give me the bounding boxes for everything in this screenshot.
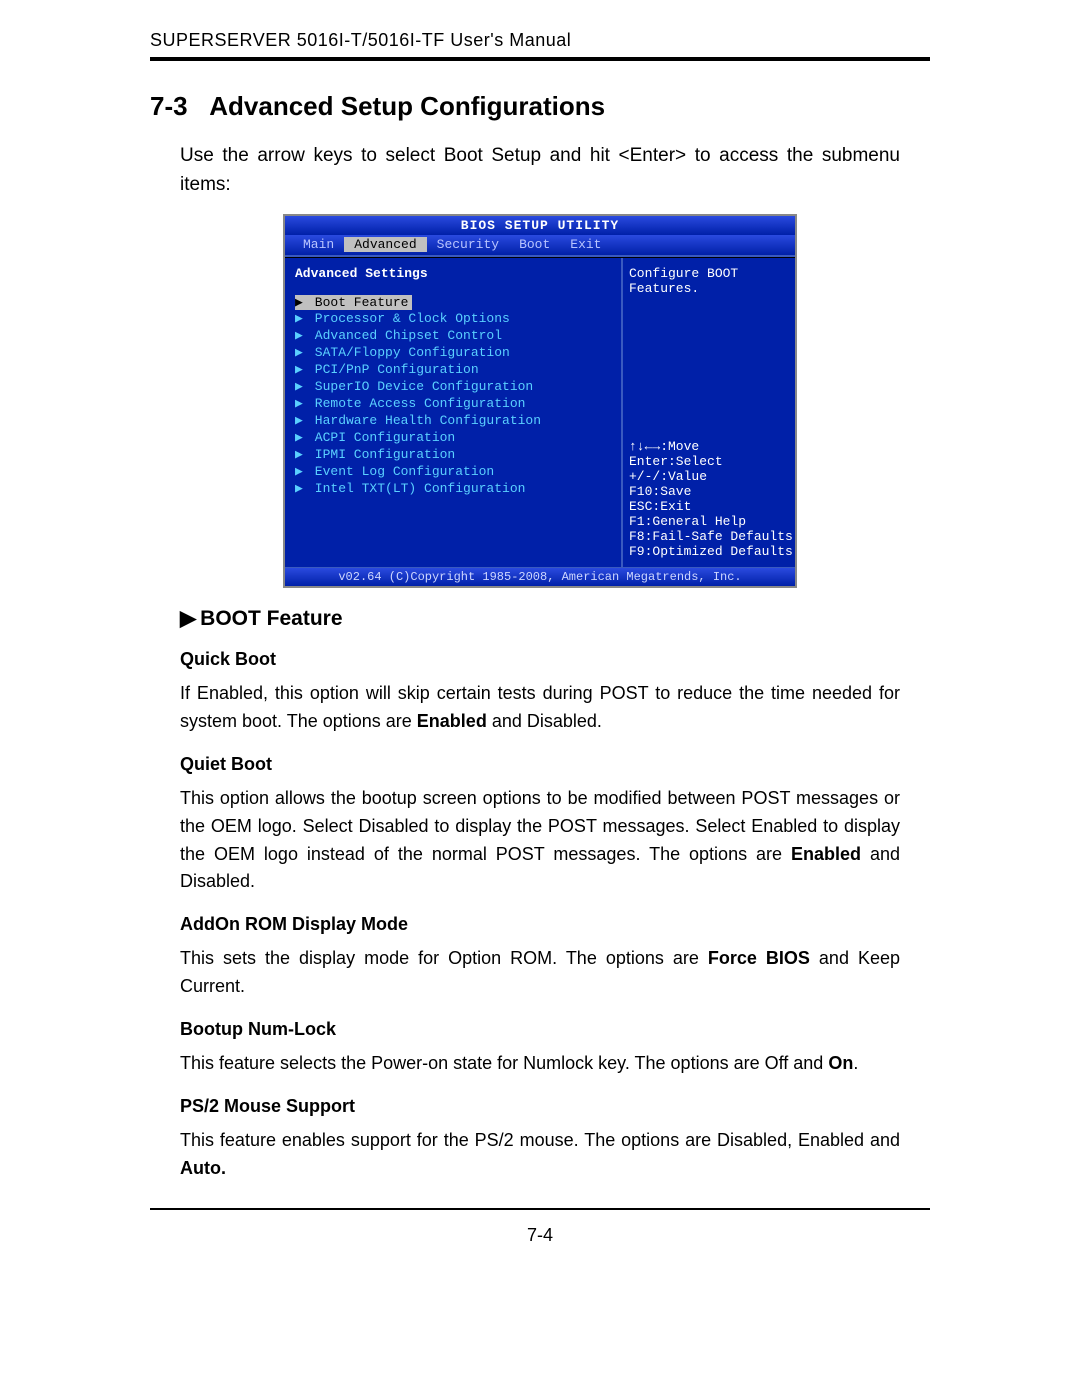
- bios-menu-label: Intel TXT(LT) Configuration: [307, 481, 525, 496]
- triangle-icon: ▶: [295, 447, 307, 462]
- bold-option: Force BIOS: [708, 948, 810, 968]
- bios-key-hint: ↑↓←→:Move: [629, 439, 789, 454]
- bios-menu-label: SATA/Floppy Configuration: [307, 345, 510, 360]
- bios-menu-label: Event Log Configuration: [307, 464, 494, 479]
- bios-footer: v02.64 (C)Copyright 1985-2008, American …: [285, 567, 795, 586]
- bios-right-panel: Configure BOOT Features. ↑↓←→:MoveEnter:…: [623, 258, 795, 567]
- triangle-icon: ▶: [295, 396, 307, 411]
- triangle-icon: ▶: [295, 464, 307, 479]
- bios-menu-item: ▶ Intel TXT(LT) Configuration: [295, 480, 611, 497]
- subsection-name: BOOT Feature: [200, 607, 342, 630]
- bios-left-heading: Advanced Settings: [295, 266, 611, 281]
- bios-key-hint: F8:Fail-Safe Defaults: [629, 529, 789, 544]
- bios-key-hint: F9:Optimized Defaults: [629, 544, 789, 559]
- header-rule: [150, 57, 930, 61]
- page-header: SUPERSERVER 5016I-T/5016I-TF User's Manu…: [150, 30, 930, 51]
- section-number: 7-3: [150, 91, 188, 121]
- bios-menu-item: ▶ Hardware Health Configuration: [295, 412, 611, 429]
- bios-left-panel: Advanced Settings ▶ Boot Feature▶ Proces…: [285, 258, 623, 567]
- bold-option: Enabled: [417, 711, 487, 731]
- page-number: 7-4: [150, 1225, 930, 1246]
- bios-tab-boot: Boot: [509, 237, 560, 252]
- triangle-icon: ▶: [295, 328, 307, 343]
- bios-menu-label: Processor & Clock Options: [307, 311, 510, 326]
- bios-menu-item: ▶ Boot Feature: [295, 295, 412, 310]
- feature-heading: Quiet Boot: [180, 754, 900, 775]
- triangle-icon: ▶: [295, 430, 307, 445]
- triangle-icon: ▶: [295, 413, 307, 428]
- bios-menu-item: ▶ IPMI Configuration: [295, 446, 611, 463]
- bios-screenshot: BIOS SETUP UTILITY MainAdvancedSecurityB…: [283, 214, 797, 588]
- triangle-icon: ▶: [295, 379, 307, 394]
- feature-description: If Enabled, this option will skip certai…: [180, 680, 900, 736]
- bold-option: Enabled: [791, 844, 861, 864]
- triangle-icon: ▶: [295, 362, 307, 377]
- bios-menu-item: ▶ SATA/Floppy Configuration: [295, 344, 611, 361]
- triangle-icon: ▶: [295, 481, 307, 496]
- bios-tab-security: Security: [427, 237, 509, 252]
- feature-description: This option allows the bootup screen opt…: [180, 785, 900, 897]
- bios-key-hint: F1:General Help: [629, 514, 789, 529]
- bold-option: Auto.: [180, 1158, 226, 1178]
- bios-menu-item: ▶ Processor & Clock Options: [295, 310, 611, 327]
- bios-key-hint: F10:Save: [629, 484, 789, 499]
- intro-text: Use the arrow keys to select Boot Setup …: [180, 142, 900, 199]
- bold-option: On: [828, 1053, 853, 1073]
- bios-tab-advanced: Advanced: [344, 237, 426, 252]
- bios-key-hint: Enter:Select: [629, 454, 789, 469]
- feature-description: This feature selects the Power-on state …: [180, 1050, 900, 1078]
- subsection-heading: ▶BOOT Feature: [180, 606, 900, 631]
- feature-heading: PS/2 Mouse Support: [180, 1096, 900, 1117]
- triangle-icon: ▶: [295, 311, 307, 326]
- bios-menu-item: ▶ Remote Access Configuration: [295, 395, 611, 412]
- bios-menu-label: Advanced Chipset Control: [307, 328, 502, 343]
- bios-menu-item: ▶ Advanced Chipset Control: [295, 327, 611, 344]
- bios-help-text: Configure BOOT Features.: [629, 266, 789, 296]
- bios-key-legend: ↑↓←→:MoveEnter:Select+/-/:ValueF10:SaveE…: [629, 439, 789, 559]
- feature-heading: Quick Boot: [180, 649, 900, 670]
- bios-menu-label: PCI/PnP Configuration: [307, 362, 479, 377]
- bios-menu-label: IPMI Configuration: [307, 447, 455, 462]
- bios-tab-main: Main: [293, 237, 344, 252]
- section-name: Advanced Setup Configurations: [209, 91, 605, 121]
- bios-menu-label: Boot Feature: [307, 295, 408, 310]
- bios-menu-label: ACPI Configuration: [307, 430, 455, 445]
- section-title: 7-3 Advanced Setup Configurations: [150, 91, 930, 122]
- feature-description: This sets the display mode for Option RO…: [180, 945, 900, 1001]
- triangle-icon: ▶: [180, 606, 196, 631]
- bios-menu-item: ▶ SuperIO Device Configuration: [295, 378, 611, 395]
- bios-title: BIOS SETUP UTILITY: [285, 216, 795, 235]
- feature-heading: AddOn ROM Display Mode: [180, 914, 900, 935]
- feature-description: This feature enables support for the PS/…: [180, 1127, 900, 1183]
- footer-rule: [150, 1208, 930, 1210]
- feature-heading: Bootup Num-Lock: [180, 1019, 900, 1040]
- triangle-icon: ▶: [295, 295, 307, 310]
- bios-menu-label: Hardware Health Configuration: [307, 413, 541, 428]
- bios-menu-item: ▶ ACPI Configuration: [295, 429, 611, 446]
- bios-menu-label: SuperIO Device Configuration: [307, 379, 533, 394]
- bios-menu-item: ▶ Event Log Configuration: [295, 463, 611, 480]
- bios-key-hint: +/-/:Value: [629, 469, 789, 484]
- triangle-icon: ▶: [295, 345, 307, 360]
- bios-tabs: MainAdvancedSecurityBootExit: [285, 235, 795, 257]
- bios-key-hint: ESC:Exit: [629, 499, 789, 514]
- bios-menu-label: Remote Access Configuration: [307, 396, 525, 411]
- bios-menu-item: ▶ PCI/PnP Configuration: [295, 361, 611, 378]
- bios-tab-exit: Exit: [560, 237, 611, 252]
